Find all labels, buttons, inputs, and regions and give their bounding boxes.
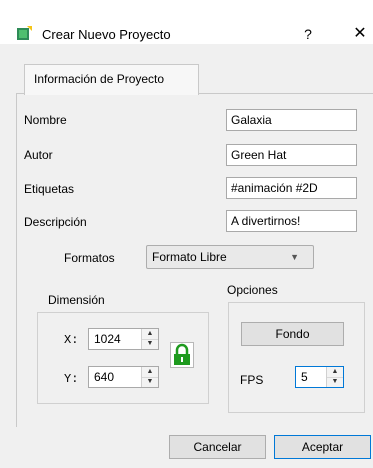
author-input[interactable]: Green Hat: [226, 144, 357, 166]
formats-selected: Formato Libre: [152, 250, 227, 264]
fps-decrement-button[interactable]: ▼: [327, 377, 343, 387]
fps-value: 5: [301, 370, 308, 384]
tags-input[interactable]: #animación #2D: [226, 177, 357, 199]
author-label: Autor: [24, 148, 53, 162]
y-label: Y:: [64, 372, 79, 386]
close-button[interactable]: ✕: [350, 24, 370, 44]
x-value: 1024: [94, 332, 121, 346]
app-icon: [17, 26, 32, 40]
x-label: X:: [64, 333, 79, 347]
name-label: Nombre: [24, 113, 67, 127]
window-title: Crear Nuevo Proyecto: [42, 27, 171, 42]
options-title: Opciones: [227, 283, 278, 297]
y-spinbox[interactable]: 640 ▲ ▼: [88, 366, 159, 388]
fps-spinbox[interactable]: 5 ▲ ▼: [295, 366, 344, 388]
tab-project-info[interactable]: Información de Proyecto: [24, 64, 199, 95]
accept-button[interactable]: Aceptar: [274, 435, 371, 459]
lock-icon[interactable]: [170, 342, 194, 368]
dimension-title: Dimensión: [48, 293, 105, 307]
formats-select[interactable]: Formato Libre ▼: [146, 245, 314, 269]
tags-label: Etiquetas: [24, 182, 75, 196]
chevron-down-icon: ▼: [290, 252, 299, 262]
cancel-button[interactable]: Cancelar: [169, 435, 266, 459]
description-input[interactable]: A divertirnos!: [226, 210, 357, 232]
y-decrement-button[interactable]: ▼: [142, 377, 158, 387]
name-input[interactable]: Galaxia: [226, 109, 357, 131]
tab-label: Información de Proyecto: [34, 72, 165, 86]
options-group: [228, 302, 365, 413]
y-value: 640: [94, 370, 115, 384]
description-label: Descripción: [24, 215, 87, 229]
x-decrement-button[interactable]: ▼: [142, 339, 158, 349]
title-bar: Crear Nuevo Proyecto ? ✕: [0, 0, 373, 44]
x-spinbox[interactable]: 1024 ▲ ▼: [88, 328, 159, 350]
background-button[interactable]: Fondo: [241, 322, 344, 346]
help-button[interactable]: ?: [296, 24, 320, 44]
fps-label: FPS: [240, 373, 264, 387]
formats-label: Formatos: [64, 251, 115, 265]
